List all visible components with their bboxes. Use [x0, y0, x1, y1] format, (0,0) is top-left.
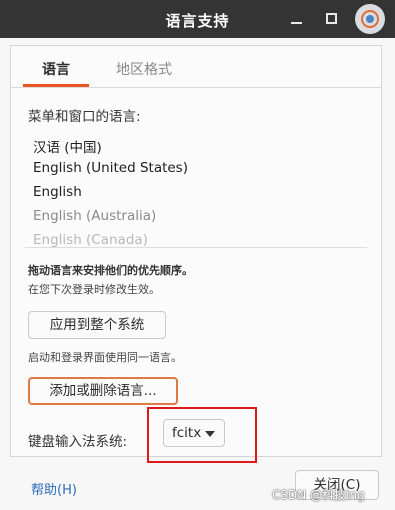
language-item[interactable]: English: [33, 184, 82, 200]
language-settings-panel: 语言 地区格式 菜单和窗口的语言: 汉语 (中国) English (Unite…: [10, 45, 382, 463]
language-item[interactable]: 汉语 (中国): [33, 136, 102, 156]
language-item[interactable]: English (Australia): [33, 208, 156, 224]
highlight-annotation-box: [147, 407, 257, 463]
active-tab-indicator: [23, 84, 89, 87]
language-item[interactable]: English (United States): [33, 160, 188, 176]
watermark: CSDN @科技ing: [272, 488, 365, 502]
maximize-icon: [326, 13, 337, 24]
login-screen-hint: 启动和登录界面使用同一语言。: [28, 351, 182, 364]
avatar-center: [366, 15, 374, 23]
language-list[interactable]: 汉语 (中国) English (United States) English …: [25, 130, 367, 248]
minimize-button[interactable]: [287, 9, 307, 29]
add-remove-languages-button[interactable]: 添加或删除语言...: [28, 377, 178, 405]
help-button[interactable]: 帮助(H): [31, 479, 77, 498]
menu-language-label: 菜单和窗口的语言:: [28, 109, 141, 125]
tab-language[interactable]: 语言: [42, 59, 70, 79]
title-bar: 语言支持: [0, 0, 395, 38]
user-avatar-icon[interactable]: [355, 4, 385, 34]
relogin-hint: 在您下次登录时修改生效。: [28, 283, 160, 296]
apply-system-wide-button[interactable]: 应用到整个系统: [28, 311, 166, 339]
maximize-button[interactable]: [322, 9, 342, 29]
language-item[interactable]: English (Canada): [33, 232, 148, 247]
tab-regional-formats[interactable]: 地区格式: [116, 59, 172, 79]
drag-order-hint: 拖动语言来安排他们的优先顺序。: [28, 264, 193, 277]
tab-bar: 语言 地区格式: [11, 46, 381, 88]
minimize-icon: [291, 22, 302, 24]
input-method-label: 键盘输入法系统:: [28, 434, 128, 450]
